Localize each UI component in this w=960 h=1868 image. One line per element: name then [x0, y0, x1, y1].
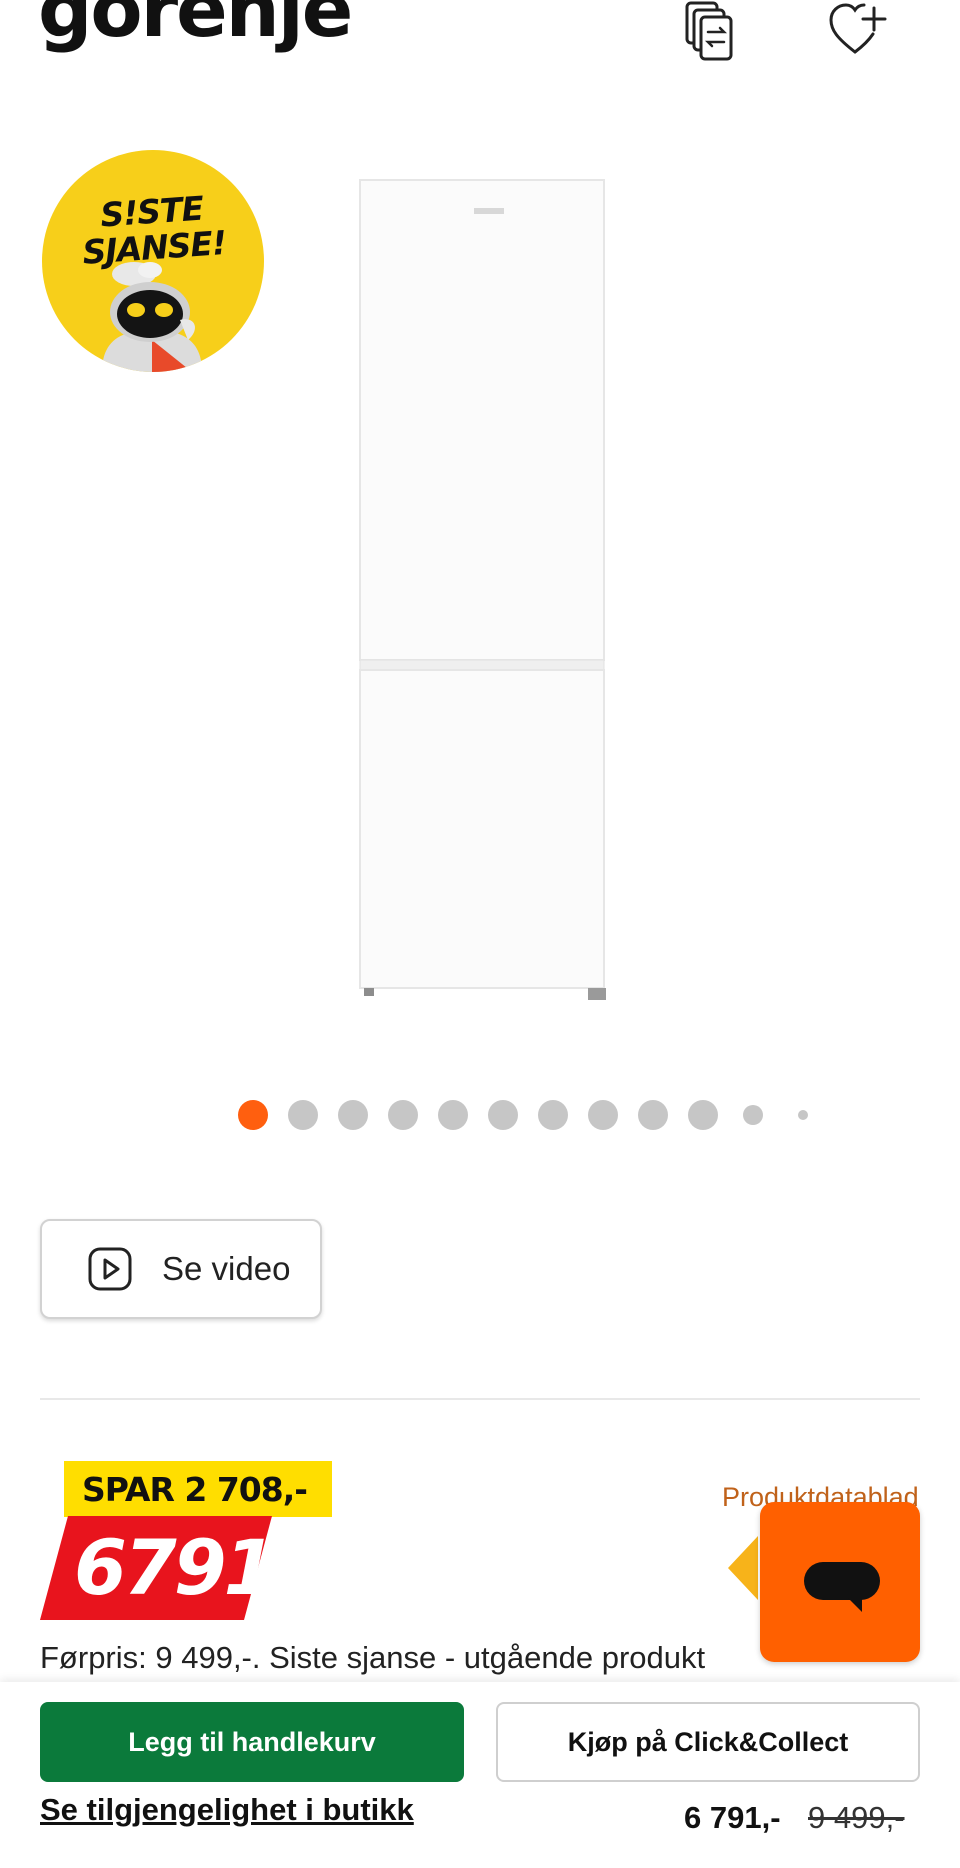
previous-price-note: Førpris: 9 499,-. Siste sjanse - utgåend…: [40, 1640, 706, 1675]
carousel-dot[interactable]: [588, 1100, 618, 1130]
carousel-dot[interactable]: [438, 1100, 468, 1130]
image-carousel-dots: [238, 1098, 818, 1132]
see-video-button[interactable]: Se video: [40, 1219, 322, 1319]
carousel-dot[interactable]: [638, 1100, 668, 1130]
carousel-dot[interactable]: [798, 1110, 808, 1120]
sticky-current-price: 6 791,-: [684, 1800, 781, 1835]
play-icon: [88, 1247, 132, 1291]
carousel-dot[interactable]: [743, 1105, 763, 1125]
chat-button[interactable]: [760, 1502, 920, 1662]
see-video-label: Se video: [162, 1250, 291, 1287]
chat-icon-tail: [848, 1598, 862, 1612]
chat-icon: [804, 1562, 880, 1600]
wishlist-button[interactable]: [826, 0, 890, 60]
carousel-dot[interactable]: [388, 1100, 418, 1130]
savings-badge: SPAR 2 708,-: [64, 1461, 332, 1517]
mascot-icon: [102, 262, 202, 372]
add-to-cart-button[interactable]: Legg til handlekurv: [40, 1702, 464, 1782]
chat-arrow-indicator: [728, 1536, 758, 1600]
compare-icon: [685, 1, 733, 61]
last-chance-badge: S!STE SJANSE!: [42, 150, 264, 372]
sticky-purchase-bar: Legg til handlekurv Kjøp på Click&Collec…: [0, 1682, 960, 1868]
compare-button[interactable]: [678, 0, 742, 64]
carousel-dot[interactable]: [338, 1100, 368, 1130]
heart-plus-icon: [829, 3, 887, 54]
price-flag: 6791: [40, 1516, 277, 1620]
click-collect-button[interactable]: Kjøp på Click&Collect: [496, 1702, 920, 1782]
product-image[interactable]: [354, 176, 614, 1006]
carousel-dot[interactable]: [238, 1100, 268, 1130]
carousel-dot[interactable]: [488, 1100, 518, 1130]
section-divider: [40, 1398, 920, 1400]
carousel-dot[interactable]: [538, 1100, 568, 1130]
store-availability-link[interactable]: Se tilgjengelighet i butikk: [40, 1792, 414, 1828]
carousel-dot[interactable]: [288, 1100, 318, 1130]
sticky-old-price: 9 499,-: [808, 1800, 905, 1835]
current-price: 6791: [74, 1523, 277, 1612]
carousel-dot[interactable]: [688, 1100, 718, 1130]
brand-logo[interactable]: gorenje: [38, 0, 353, 48]
